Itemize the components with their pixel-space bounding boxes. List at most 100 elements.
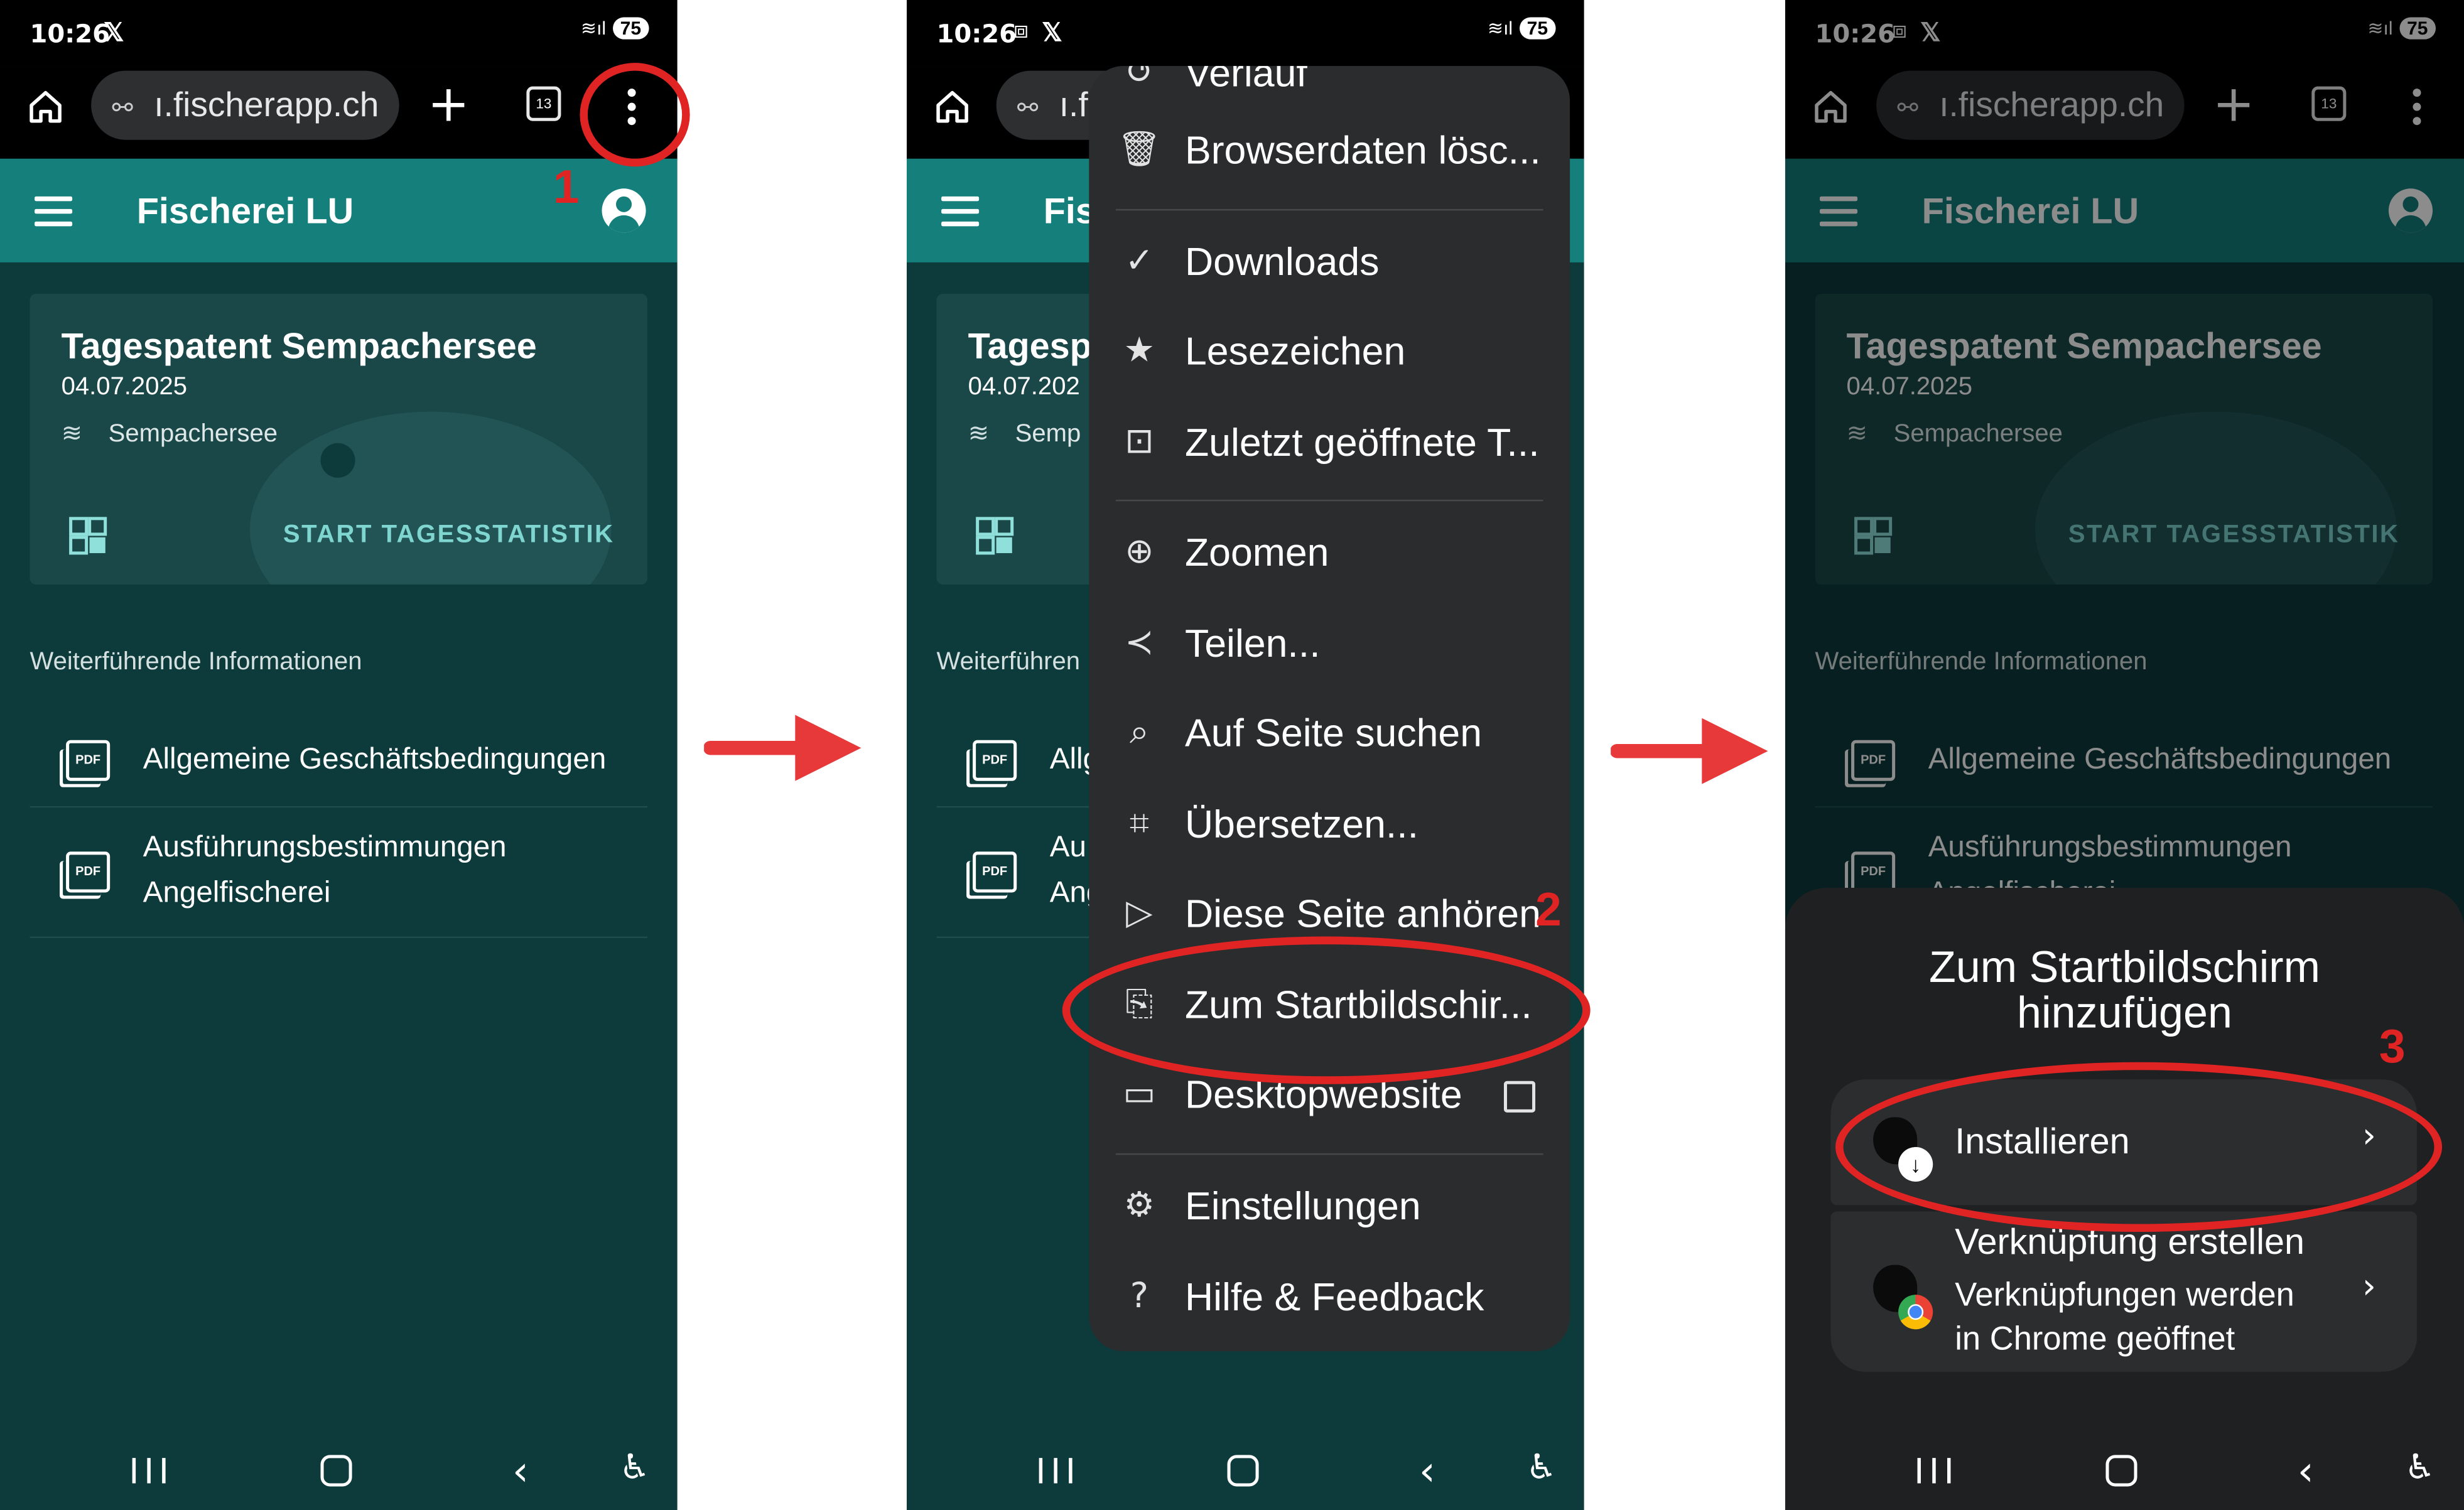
link-label-line2: Angelfischerei	[143, 876, 331, 910]
pdf-icon: PDF	[973, 740, 1017, 781]
gear-icon: ⚙	[1123, 1186, 1155, 1226]
menu-item-browserdaten[interactable]: 🗑 Browserdaten lösc...	[1089, 109, 1570, 200]
site-settings-icon[interactable]: ⚯	[997, 75, 1059, 140]
accessibility-button[interactable]: ♿	[2404, 1448, 2435, 1488]
home-icon[interactable]	[27, 88, 65, 126]
back-button[interactable]: ‹	[1419, 1448, 1435, 1496]
status-bar: 10:26 ⧈ 𝕏 ≋ıl 75	[907, 0, 1584, 67]
menu-divider	[1115, 208, 1543, 211]
arrow-right-icon	[704, 715, 862, 781]
card-lake-text: Semp	[1015, 421, 1081, 448]
chevron-right-icon: ›	[2362, 1268, 2376, 1308]
sheet-title: Zum Startbildschirm hinzufügen	[1785, 944, 2464, 1035]
shortcut-desc-line2: in Chrome geöffnet	[1955, 1321, 2235, 1358]
waves-icon: ≋	[61, 421, 83, 448]
devices-icon: ⊡	[1125, 423, 1154, 462]
wifi-icon: ≋ıl	[580, 17, 607, 40]
system-nav-bar: III ‹ ♿	[1785, 1421, 2464, 1510]
start-statistics-button[interactable]: START TAGESSTATISTIK	[283, 522, 615, 550]
chrome-logo-icon	[1898, 1295, 1933, 1330]
hamburger-menu-icon[interactable]	[941, 196, 980, 234]
section-title: Weiterführen	[936, 649, 1081, 676]
home-button[interactable]	[320, 1455, 352, 1487]
new-tab-icon[interactable]: +	[428, 74, 470, 134]
back-button[interactable]: ‹	[512, 1448, 529, 1496]
status-bar: 10:26 𝕏 ≋ıl 75	[0, 0, 678, 67]
history-icon: ↺	[1125, 66, 1154, 93]
site-settings-icon[interactable]: ⚯	[91, 75, 154, 140]
home-button[interactable]	[1227, 1455, 1259, 1487]
status-time: 10:26	[30, 19, 111, 49]
accessibility-button[interactable]: ♿	[619, 1448, 650, 1488]
tab-switcher-button[interactable]: 13	[526, 86, 561, 121]
link-label-line1: Ausführungsbestimmungen	[143, 831, 507, 865]
card-lake: ≋ Sempachersee	[62, 418, 278, 450]
play-icon: ▷	[1126, 893, 1153, 934]
menu-divider	[1115, 1153, 1543, 1155]
sheet-title-line2: hinzufügen	[2017, 988, 2232, 1037]
waves-icon: ≋	[968, 421, 990, 448]
app-title: Fischerei LU	[136, 190, 354, 231]
arrow-right-icon	[1611, 718, 1768, 784]
url-bar[interactable]: ⚯ ı.fischerapp.ch	[91, 70, 399, 140]
home-icon[interactable]	[934, 88, 971, 126]
find-in-page-icon: ⌕	[1129, 713, 1149, 753]
annotation-step-3: 3	[2379, 1021, 2406, 1074]
permit-card[interactable]: Tagespatent Sempachersee 04.07.2025 ≋ Sem…	[30, 293, 648, 585]
menu-item-recent-tabs[interactable]: ⊡ Zuletzt geöffnete T...	[1089, 401, 1570, 492]
accessibility-button[interactable]: ♿	[1526, 1448, 1557, 1488]
qr-code-icon[interactable]	[69, 517, 107, 555]
recent-apps-button[interactable]: III	[1914, 1453, 1959, 1493]
recent-apps-button[interactable]: III	[1035, 1453, 1080, 1493]
menu-item-help[interactable]: ? Hilfe & Feedback	[1089, 1256, 1570, 1347]
qr-code-icon[interactable]	[976, 517, 1014, 555]
x-app-icon: 𝕏	[104, 20, 124, 48]
annotation-step-2: 2	[1535, 884, 1562, 937]
tab-count: 13	[536, 95, 552, 112]
card-lake: ≋ Semp	[968, 418, 1081, 450]
pdf-icon: PDF	[66, 851, 111, 893]
status-icons: ≋ıl 75	[1488, 17, 1556, 40]
fish-eye	[320, 443, 355, 478]
annotation-circle-install	[1835, 1062, 2443, 1232]
browser-toolbar: ⚯ ı.fischerapp.ch + 13	[0, 66, 678, 159]
menu-divider	[1115, 499, 1543, 502]
zoom-icon: ⊕	[1125, 532, 1154, 572]
account-icon[interactable]	[602, 188, 646, 233]
menu-item-zoomen[interactable]: ⊕ Zoomen	[1089, 510, 1570, 601]
back-button[interactable]: ‹	[2298, 1448, 2314, 1496]
help-icon: ?	[1130, 1277, 1149, 1317]
status-time: 10:26	[936, 19, 1017, 49]
menu-item-downloads[interactable]: ✓ Downloads	[1089, 220, 1570, 311]
star-icon: ★	[1123, 332, 1155, 371]
download-icon: ✓	[1125, 242, 1154, 281]
app-title: Fis	[1043, 190, 1096, 231]
card-date: 04.07.202	[968, 374, 1080, 401]
fish-watermark-icon	[249, 411, 612, 585]
link-row-ausfuehrung[interactable]: PDF Ausführungsbestimmungen Angelfischer…	[30, 806, 648, 939]
home-button[interactable]	[2105, 1455, 2137, 1487]
annotation-circle-menu	[580, 63, 690, 167]
shortcut-desc-line1: Verknüpfungen werden	[1955, 1277, 2294, 1314]
card-title: Tagespatent Sempachersee	[61, 325, 537, 367]
pdf-icon: PDF	[973, 851, 1017, 893]
battery-badge: 75	[612, 17, 649, 40]
menu-item-translate[interactable]: ⌗ Übersetzen...	[1089, 782, 1570, 873]
menu-item-find[interactable]: ⌕ Auf Seite suchen	[1089, 691, 1570, 782]
recent-apps-button[interactable]: III	[129, 1453, 173, 1493]
pdf-icon: PDF	[66, 740, 111, 781]
card-date: 04.07.2025	[61, 374, 188, 401]
annotation-step-1: 1	[553, 161, 580, 214]
translate-icon: ⌗	[1129, 804, 1149, 844]
menu-item-settings[interactable]: ⚙ Einstellungen	[1089, 1164, 1570, 1255]
link-row-agb[interactable]: PDF Allgemeine Geschäftsbedingungen	[30, 713, 648, 808]
link-label-line1: Au	[1049, 831, 1086, 865]
section-title: Weiterführende Informationen	[30, 649, 362, 676]
create-shortcut-option[interactable]: Verknüpfung erstellen Verknüpfungen werd…	[1830, 1211, 2417, 1372]
menu-item-teilen[interactable]: ≺ Teilen...	[1089, 601, 1570, 693]
phone-screen-1: 10:26 𝕏 ≋ıl 75 ⚯ ı.fischerapp.ch + 13 Fisc…	[0, 0, 678, 1510]
link-label: Allgemeine Geschäftsbedingungen	[143, 743, 607, 777]
hamburger-menu-icon[interactable]	[35, 196, 73, 234]
menu-item-lesezeichen[interactable]: ★ Lesezeichen	[1089, 310, 1570, 401]
desktop-site-checkbox[interactable]	[1503, 1081, 1536, 1113]
